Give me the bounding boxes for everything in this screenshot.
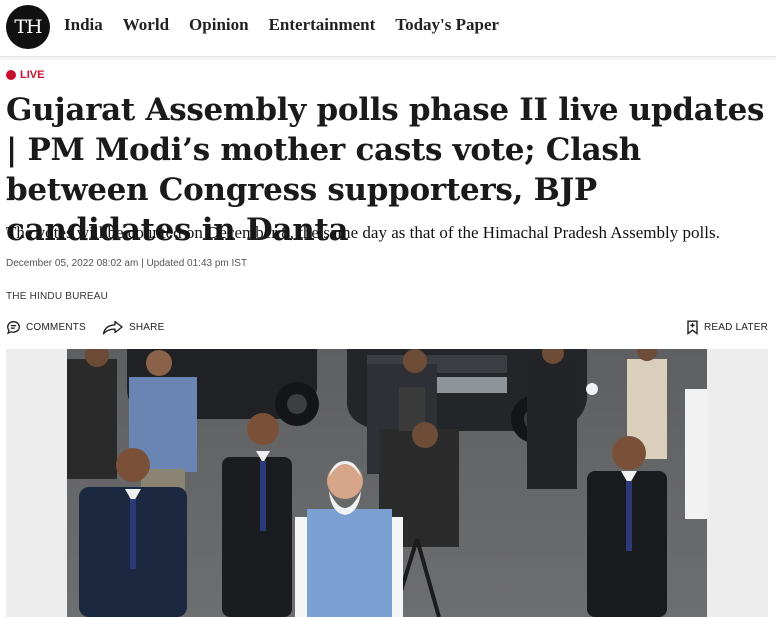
nav-item-india[interactable]: India [64,15,103,35]
comments-button[interactable]: COMMENTS [6,320,86,335]
nav-item-world[interactable]: World [123,15,169,35]
article-subheading: The votes will be counted on December 8,… [6,223,720,242]
top-navigation-bar: TH India World Opinion Entertainment Tod… [0,0,776,57]
live-badge: LIVE [6,69,44,81]
read-later-label: READ LATER [703,322,768,333]
comment-icon [6,320,21,335]
article-dateline: December 05, 2022 08:02 am | Updated 01:… [6,258,248,269]
bookmark-icon [686,320,699,335]
comments-label: COMMENTS [26,322,86,333]
live-dot-icon [6,70,16,80]
main-nav: India World Opinion Entertainment Today'… [64,15,499,35]
article-lead-photo [67,349,707,617]
share-icon [102,320,124,335]
article-image-container [6,349,768,617]
nav-item-todays-paper[interactable]: Today's Paper [395,15,499,35]
article-byline[interactable]: THE HINDU BUREAU [6,291,108,302]
live-label: LIVE [20,69,45,81]
article-actions-bar: COMMENTS SHARE READ LATER [6,320,768,338]
read-later-button[interactable]: READ LATER [686,320,768,335]
site-logo[interactable]: TH [6,5,50,49]
share-button[interactable]: SHARE [102,320,164,335]
nav-item-entertainment[interactable]: Entertainment [269,15,376,35]
share-label: SHARE [129,322,165,333]
nav-item-opinion[interactable]: Opinion [189,15,249,35]
logo-text[interactable]: TH [14,16,42,38]
